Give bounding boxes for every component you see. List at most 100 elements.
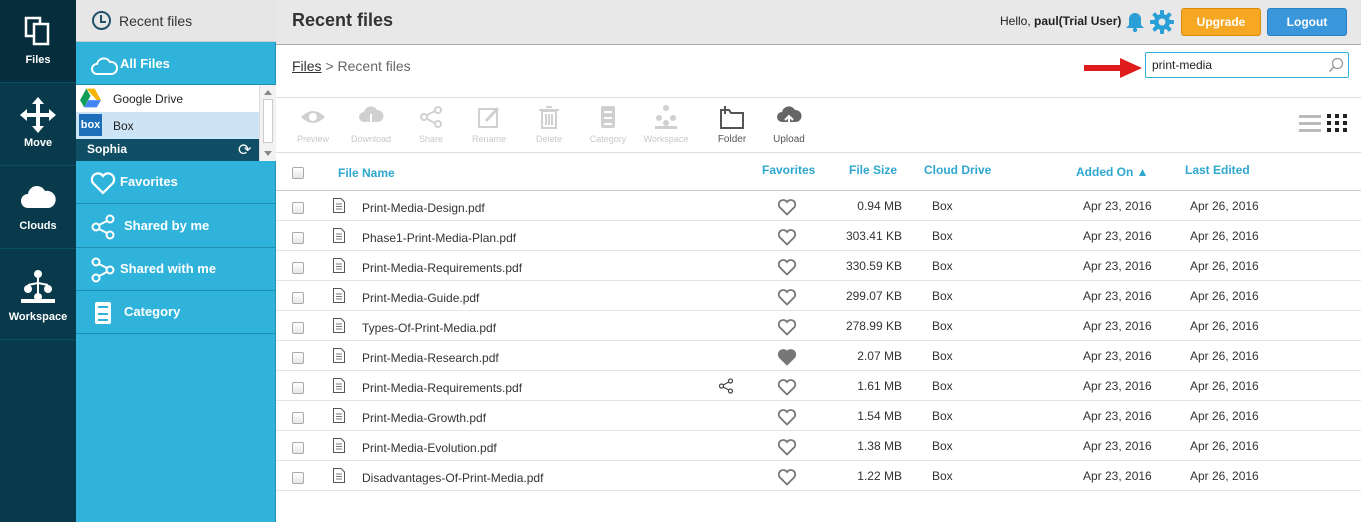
toolbar-category[interactable]: Category [580,104,636,148]
cabinet-icon [601,106,615,128]
file-name[interactable]: Types-Of-Print-Media.pdf [362,321,496,335]
favorite-heart-icon[interactable] [777,198,797,216]
upgrade-button[interactable]: Upgrade [1181,8,1261,36]
row-checkbox[interactable] [292,232,304,244]
file-name[interactable]: Print-Media-Requirements.pdf [362,381,522,395]
gear-icon[interactable] [1149,9,1175,35]
drive-list-scrollbar[interactable] [259,85,276,161]
rail-item-workspace[interactable]: Workspace [0,249,76,340]
favorite-heart-icon[interactable] [777,438,797,456]
logout-button[interactable]: Logout [1267,8,1347,36]
share-icon [420,106,442,128]
file-name[interactable]: Print-Media-Guide.pdf [362,291,479,305]
row-checkbox[interactable] [292,412,304,424]
table-row[interactable]: Print-Media-Design.pdf 0.94 MB Box Apr 23, … [276,191,1361,221]
file-name[interactable]: Disadvantages-Of-Print-Media.pdf [362,471,543,485]
row-checkbox[interactable] [292,442,304,454]
added-on: Apr 23, 2016 [1083,199,1152,213]
edit-icon [478,106,500,128]
column-header-cloud-drive[interactable]: Cloud Drive [924,163,991,177]
favorite-heart-icon[interactable] [777,408,797,426]
sidebar-item-shared-with-me[interactable]: Shared with me [76,248,276,291]
file-name[interactable]: Print-Media-Design.pdf [362,201,485,215]
table-row[interactable]: Phase1-Print-Media-Plan.pdf 303.41 KB Box A… [276,221,1361,251]
table-row[interactable]: Print-Media-Research.pdf 2.07 MB Box Apr 23… [276,341,1361,371]
table-row[interactable]: Print-Media-Requirements.pdf 330.59 KB Box… [276,251,1361,281]
sidebar-item-category[interactable]: Category [76,291,276,334]
drive-item-box[interactable]: box Box [76,112,259,139]
search-input[interactable] [1152,57,1322,73]
table-row[interactable]: Print-Media-Growth.pdf 1.54 MB Box Apr 23, … [276,401,1361,431]
toolbar-delete[interactable]: Delete [521,104,577,148]
column-header-last-edited[interactable]: Last Edited [1185,163,1250,177]
toolbar-rename[interactable]: Rename [461,104,517,148]
sidebar-item-favorites[interactable]: Favorites [76,161,276,204]
rail-item-move[interactable]: Move [0,83,76,166]
added-on: Apr 23, 2016 [1083,349,1152,363]
row-checkbox[interactable] [292,382,304,394]
scroll-thumb[interactable] [263,99,273,143]
grid-view-icon[interactable] [1327,113,1347,133]
sidebar-item-shared-by-me[interactable]: Shared by me [76,205,276,248]
favorite-heart-icon[interactable] [777,378,797,396]
cloud-drive: Box [932,409,953,423]
favorite-heart-icon[interactable] [777,468,797,486]
cloud-drive: Box [932,349,953,363]
column-header-favorites[interactable]: Favorites [762,163,815,177]
search-icon[interactable] [1328,57,1344,73]
cloud-download-icon [359,106,384,128]
cloud-drive: Box [932,289,953,303]
toolbar-share[interactable]: Share [403,104,459,148]
column-header-file-size[interactable]: File Size [849,163,897,177]
sidebar-item-all-files[interactable]: All Files [76,42,276,85]
file-name[interactable]: Print-Media-Evolution.pdf [362,441,497,455]
added-on: Apr 23, 2016 [1083,319,1152,333]
row-checkbox[interactable] [292,202,304,214]
row-checkbox[interactable] [292,472,304,484]
table-row[interactable]: Print-Media-Evolution.pdf 1.38 MB Box Apr 2… [276,431,1361,461]
row-checkbox[interactable] [292,352,304,364]
favorite-heart-icon[interactable] [777,258,797,276]
file-name[interactable]: Print-Media-Growth.pdf [362,411,486,425]
toolbar-upload[interactable]: Upload [761,104,817,148]
list-view-icon[interactable] [1299,113,1321,133]
toolbar-new-folder[interactable]: Folder [704,104,760,148]
row-checkbox[interactable] [292,322,304,334]
file-name[interactable]: Print-Media-Research.pdf [362,351,499,365]
rail-item-files[interactable]: Files [0,0,76,83]
toolbar-workspace[interactable]: Workspace [638,104,694,148]
greeting-prefix: Hello, [1000,14,1035,28]
table-row[interactable]: Print-Media-Guide.pdf 299.07 KB Box Apr 23,… [276,281,1361,311]
scroll-up-icon[interactable] [264,90,272,95]
file-name[interactable]: Phase1-Print-Media-Plan.pdf [362,231,516,245]
column-header-file-name[interactable]: File Name [338,166,395,180]
drive-account-sophia[interactable]: Sophia ⟳ [76,139,259,161]
select-all-checkbox[interactable] [292,167,304,179]
row-checkbox[interactable] [292,262,304,274]
file-name[interactable]: Print-Media-Requirements.pdf [362,261,522,275]
table-row[interactable]: Types-Of-Print-Media.pdf 278.99 KB Box Apr … [276,311,1361,341]
favorite-heart-icon[interactable] [777,348,797,366]
row-checkbox[interactable] [292,292,304,304]
last-edited: Apr 26, 2016 [1190,229,1259,243]
file-size: 1.38 MB [857,439,902,453]
toolbar-preview[interactable]: Preview [285,104,341,148]
breadcrumb-link-files[interactable]: Files [292,58,322,74]
bell-icon[interactable] [1124,11,1146,33]
sidebar-item-recent-files[interactable]: Recent files [76,0,276,42]
favorite-heart-icon[interactable] [777,228,797,246]
table-row[interactable]: Print-Media-Requirements.pdf 1.61 MB Box Ap… [276,371,1361,401]
refresh-icon[interactable]: ⟳ [238,140,251,160]
rail-item-clouds[interactable]: Clouds [0,166,76,249]
favorite-heart-icon[interactable] [777,288,797,306]
table-row[interactable]: Disadvantages-Of-Print-Media.pdf 1.22 MB B… [276,461,1361,491]
favorite-heart-icon[interactable] [777,318,797,336]
column-header-added-on[interactable]: Added On ▲ [1076,165,1149,179]
scroll-down-icon[interactable] [264,151,272,156]
shared-icon[interactable] [718,378,734,394]
sidebar-item-label: All Files [120,56,170,71]
file-size: 1.54 MB [857,409,902,423]
toolbar-download[interactable]: Download [343,104,399,148]
cabinet-icon [95,302,111,324]
drive-item-google-drive[interactable]: Google Drive [76,85,259,112]
